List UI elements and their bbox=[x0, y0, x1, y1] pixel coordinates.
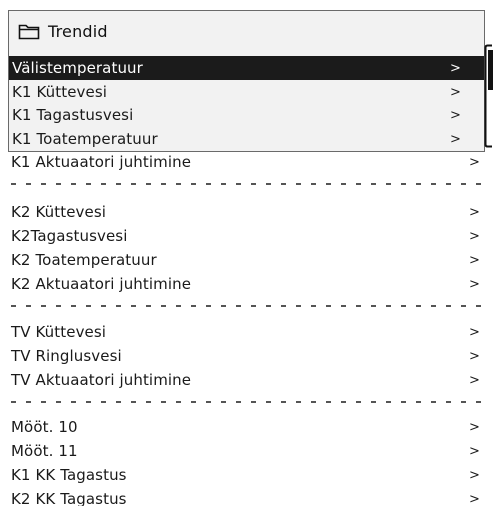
chevron-right-icon: > bbox=[469, 276, 480, 292]
menu-item-tv-kuttevesi[interactable]: TV Küttevesi > bbox=[0, 320, 485, 344]
menu-item-k1-tagastusvesi[interactable]: K1 Tagastusvesi > bbox=[9, 103, 484, 127]
menu-item-label: Välistemperatuur bbox=[12, 59, 143, 77]
menu-item-label: K1 KK Tagastus bbox=[11, 466, 127, 484]
chevron-right-icon: > bbox=[469, 252, 480, 268]
menu-item-label: TV Küttevesi bbox=[11, 323, 107, 341]
menu-item-k1-aktuaatori-juhtimine[interactable]: K1 Aktuaatori juhtimine > bbox=[0, 150, 485, 174]
menu-item-moot-11[interactable]: Mööt. 11 > bbox=[0, 439, 485, 463]
menu-item-k2-kuttevesi[interactable]: K2 Küttevesi > bbox=[0, 200, 485, 224]
chevron-right-icon: > bbox=[469, 204, 480, 220]
chevron-right-icon: > bbox=[469, 443, 480, 459]
menu-item-tv-aktuaatori-juhtimine[interactable]: TV Aktuaatori juhtimine > bbox=[0, 368, 485, 392]
chevron-right-icon: > bbox=[469, 419, 480, 435]
menu-item-label: K2 Aktuaatori juhtimine bbox=[11, 275, 192, 293]
menu-item-label: TV Ringlusvesi bbox=[11, 347, 122, 365]
menu-item-moot-10[interactable]: Mööt. 10 > bbox=[0, 415, 485, 439]
chevron-right-icon: > bbox=[469, 348, 480, 364]
menu-item-label: Mööt. 11 bbox=[11, 442, 78, 460]
trendid-panel: Trendid Välistemperatuur > K1 Küttevesi … bbox=[8, 10, 485, 152]
chevron-right-icon: > bbox=[450, 107, 461, 123]
page-title: Trendid bbox=[48, 21, 108, 41]
chevron-right-icon: > bbox=[469, 228, 480, 244]
menu-item-label: K1 Küttevesi bbox=[12, 83, 108, 101]
menu-item-label: K1 Toatemperatuur bbox=[12, 130, 158, 148]
menu-item-label: Mööt. 10 bbox=[11, 418, 78, 436]
menu-item-valistemperatuur[interactable]: Välistemperatuur > bbox=[9, 56, 484, 80]
separator bbox=[11, 401, 481, 403]
chevron-right-icon: > bbox=[450, 84, 461, 100]
menu-item-k1-toatemperatuur[interactable]: K1 Toatemperatuur > bbox=[9, 127, 484, 151]
chevron-right-icon: > bbox=[469, 467, 480, 483]
menu-item-label: K1 Tagastusvesi bbox=[12, 106, 134, 124]
chevron-right-icon: > bbox=[450, 131, 461, 147]
menu-item-k1-kuttevesi[interactable]: K1 Küttevesi > bbox=[9, 80, 484, 104]
menu-item-label: K2 Küttevesi bbox=[11, 203, 107, 221]
chevron-right-icon: > bbox=[469, 324, 480, 340]
menu-item-label: K2 KK Tagastus bbox=[11, 490, 127, 506]
separator bbox=[11, 183, 481, 185]
menu-item-k2-kk-tagastus[interactable]: K2 KK Tagastus > bbox=[0, 487, 485, 506]
menu-item-k2-tagastusvesi[interactable]: K2Tagastusvesi > bbox=[0, 224, 485, 248]
menu-item-label: K2Tagastusvesi bbox=[11, 227, 128, 245]
menu-item-label: TV Aktuaatori juhtimine bbox=[11, 371, 192, 389]
menu-item-label: K1 Aktuaatori juhtimine bbox=[11, 153, 192, 171]
menu-item-label: K2 Toatemperatuur bbox=[11, 251, 157, 269]
chevron-right-icon: > bbox=[469, 154, 480, 170]
chevron-right-icon: > bbox=[469, 372, 480, 388]
menu-item-tv-ringlusvesi[interactable]: TV Ringlusvesi > bbox=[0, 344, 485, 368]
scrollbar[interactable] bbox=[484, 44, 493, 148]
menu-item-k2-toatemperatuur[interactable]: K2 Toatemperatuur > bbox=[0, 248, 485, 272]
folder-icon bbox=[18, 22, 40, 40]
menu-item-k2-aktuaatori-juhtimine[interactable]: K2 Aktuaatori juhtimine > bbox=[0, 272, 485, 296]
chevron-right-icon: > bbox=[450, 60, 461, 76]
separator bbox=[11, 305, 481, 307]
panel-header: Trendid bbox=[9, 11, 484, 51]
menu-item-k1-kk-tagastus[interactable]: K1 KK Tagastus > bbox=[0, 463, 485, 487]
chevron-right-icon: > bbox=[469, 491, 480, 506]
